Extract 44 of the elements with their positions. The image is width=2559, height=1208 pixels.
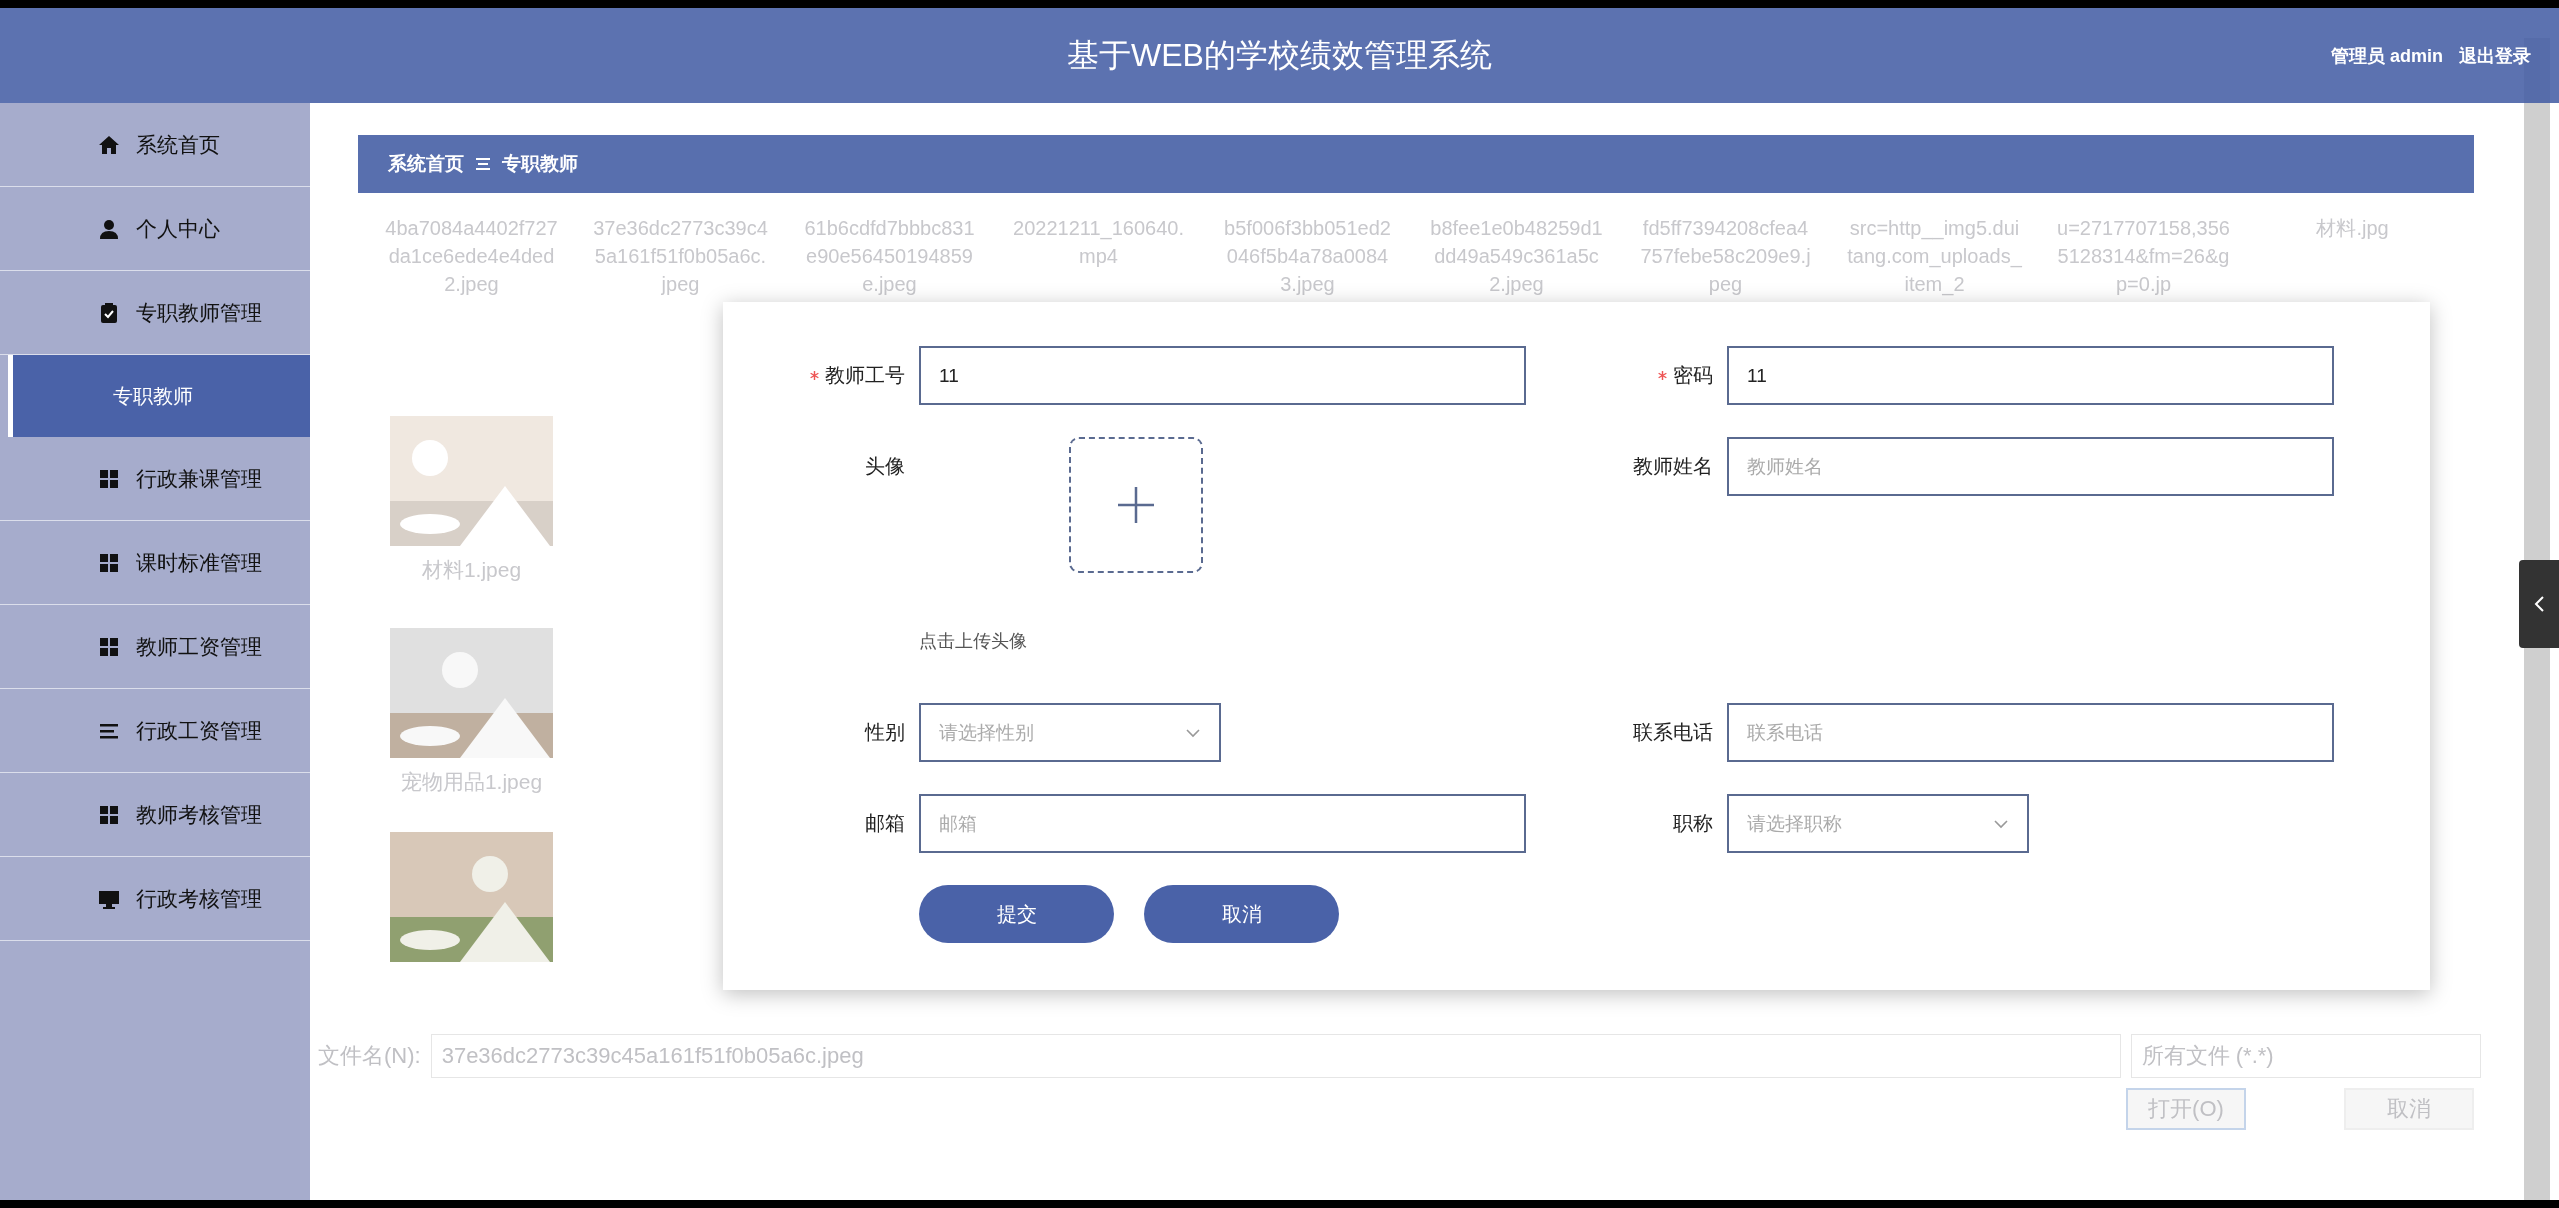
sidebar-item[interactable]: 教师考核管理 [0,773,310,857]
sidebar-item[interactable]: 行政工资管理 [0,689,310,773]
text-field[interactable]: 联系电话 [1727,703,2334,762]
chevron-down-icon [1993,818,2009,829]
chevron-down-icon [1185,727,1201,738]
app-title: 基于WEB的学校绩效管理系统 [1067,35,1492,75]
field-label: 教师工号 [825,363,905,388]
clipboard-icon [98,301,120,324]
field-label: 头像 [865,454,905,479]
sidebar-item[interactable]: 行政考核管理 [0,857,310,941]
text-field[interactable]: 邮箱 [919,794,1526,853]
field-label: 教师姓名 [1633,454,1713,479]
field-label: 职称 [1673,811,1713,836]
form-button[interactable]: 提交 [919,885,1114,943]
sidebar-item[interactable]: 行政兼课管理 [0,437,310,521]
separator-icon [474,157,492,171]
filename-label: 文件名(N): [318,1042,421,1070]
plus-icon [1116,485,1156,525]
user-label: 管理员 admin [2331,44,2443,68]
chevron-left-icon [2533,595,2545,613]
form-button[interactable]: 取消 [1144,885,1339,943]
field-label: 邮箱 [865,811,905,836]
sidebar-item[interactable]: 教师工资管理 [0,605,310,689]
sidebar-subitem[interactable]: 专职教师 [8,355,310,437]
sidebar-item[interactable]: 课时标准管理 [0,521,310,605]
home-icon [98,133,120,156]
breadcrumb-link[interactable]: 系统首页 [388,151,464,177]
text-field[interactable]: 11 [919,346,1526,405]
grid-icon [98,635,120,658]
grid-icon [98,551,120,574]
logout-link[interactable]: 退出登录 [2459,43,2531,68]
field-label: 性别 [865,720,905,745]
field-label: 密码 [1673,363,1713,388]
sidebar-item[interactable]: 个人中心 [0,187,310,271]
user-icon [98,217,120,240]
upload-box[interactable] [1069,437,1203,573]
field-label: 联系电话 [1633,720,1713,745]
grid-icon [98,467,120,490]
breadcrumb-link[interactable]: 专职教师 [502,151,578,177]
text-field[interactable]: 11 [1727,346,2334,405]
sidebar-item[interactable]: 系统首页 [0,103,310,187]
upload-hint: 点击上传头像 [919,630,1027,653]
grid-icon [98,803,120,826]
text-field[interactable]: 教师姓名 [1727,437,2334,496]
